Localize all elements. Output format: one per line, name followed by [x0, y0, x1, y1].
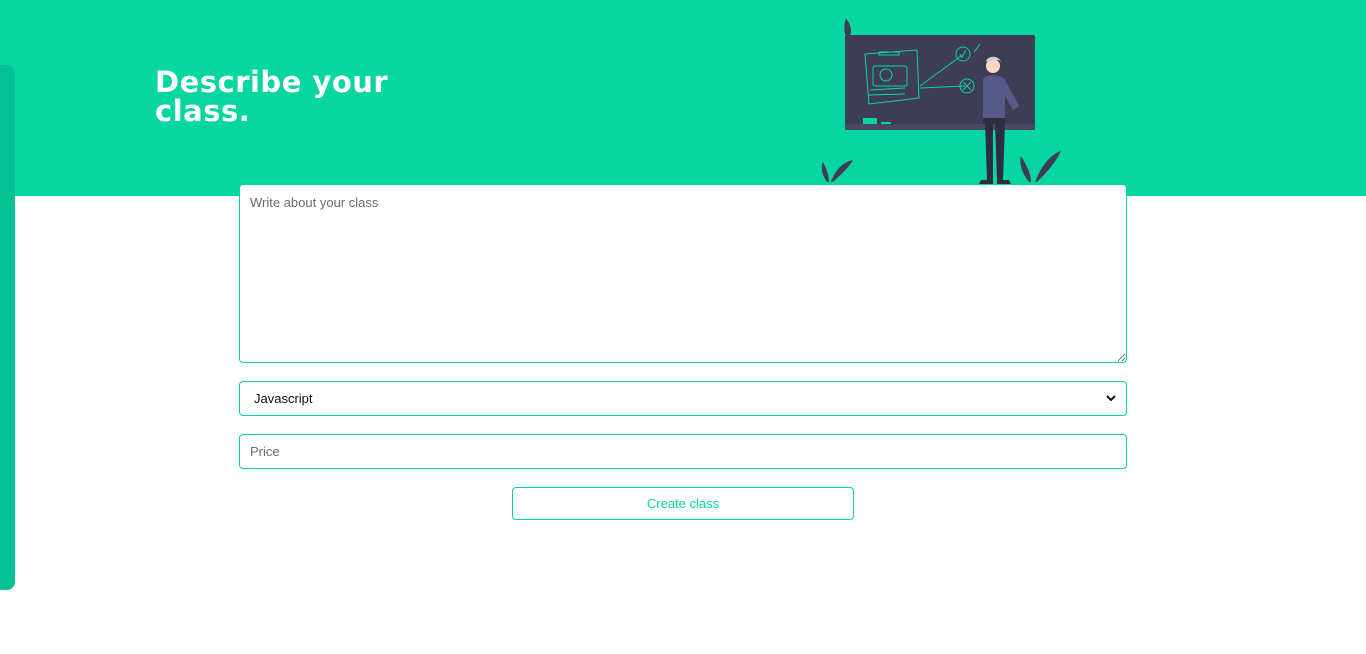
price-input[interactable] [239, 434, 1127, 469]
language-select-value: Javascript [254, 391, 313, 406]
page-title-line-1: Describe your [155, 65, 389, 99]
page-title: Describe your class. [155, 68, 415, 126]
teacher-blackboard-illustration [821, 18, 1061, 184]
create-class-button[interactable]: Create class [512, 487, 854, 520]
create-class-form: Javascript Create class [239, 184, 1127, 520]
language-select[interactable]: Javascript [239, 381, 1127, 416]
class-description-textarea[interactable] [239, 184, 1127, 363]
page-title-line-2: class. [155, 94, 251, 128]
chevron-down-icon [1106, 395, 1116, 402]
sidebar-strip [0, 65, 15, 590]
